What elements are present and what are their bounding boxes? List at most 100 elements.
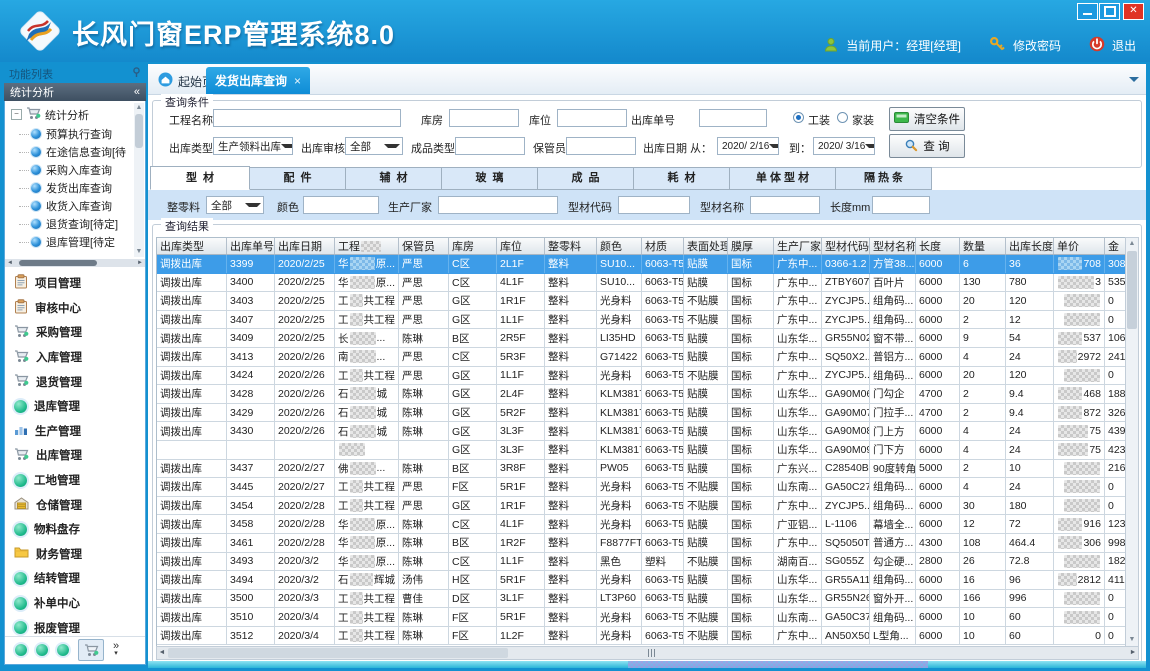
table-cell[interactable]: 6000 [916, 515, 960, 533]
table-cell[interactable]: G71422 [597, 348, 642, 366]
table-cell[interactable]: 2020/3/3 [275, 590, 335, 608]
table-row[interactable]: 调拨出库34032020/2/25工共工程严思G区1R1F整料光身料6063-T… [157, 292, 1126, 311]
table-cell[interactable]: 4300 [916, 534, 960, 552]
table-cell[interactable]: 调拨出库 [157, 534, 227, 552]
table-cell[interactable]: 工共工程 [335, 590, 399, 608]
table-cell[interactable]: 72.8 [1006, 553, 1054, 571]
table-cell[interactable]: 24 [1006, 348, 1054, 366]
table-cell[interactable]: KLM3817 [597, 385, 642, 403]
table-cell[interactable]: 陈琳 [399, 515, 449, 533]
table-cell[interactable]: 华原... [335, 553, 399, 571]
table-cell[interactable]: 调拨出库 [157, 274, 227, 292]
table-cell[interactable]: 708 [1054, 255, 1105, 273]
table-cell[interactable]: 6063-T5 [642, 385, 684, 403]
sidebar-item-工地管理[interactable]: 工地管理 [5, 468, 145, 493]
table-cell[interactable]: 2 [960, 460, 1006, 478]
table-cell[interactable] [1054, 367, 1105, 385]
sidebar-item-生产管理[interactable]: 生产管理 [5, 419, 145, 444]
table-cell[interactable]: 2020/2/26 [275, 367, 335, 385]
table-cell[interactable]: 6000 [916, 274, 960, 292]
color-input[interactable] [303, 196, 379, 214]
sidebar-item-退货管理[interactable]: 退货管理 [5, 369, 145, 394]
table-cell[interactable]: 3409 [227, 329, 275, 347]
table-cell[interactable]: 0 [1105, 608, 1126, 626]
overflow-chevron-button[interactable]: »▾ [113, 642, 119, 658]
table-cell[interactable]: 872 [1054, 404, 1105, 422]
table-cell[interactable]: 调拨出库 [157, 348, 227, 366]
table-cell[interactable]: 整料 [545, 571, 597, 589]
table-cell[interactable]: 6063-T5 [642, 367, 684, 385]
table-cell[interactable]: 411 [1105, 571, 1126, 589]
table-cell[interactable]: G区 [449, 497, 497, 515]
table-cell[interactable]: 整料 [545, 590, 597, 608]
material-tab-1[interactable]: 型 材 [150, 166, 250, 190]
table-cell[interactable]: 6000 [916, 627, 960, 645]
column-header[interactable]: 金 [1105, 238, 1126, 254]
table-row[interactable]: 调拨出库35122020/3/4工共工程陈琳F区1L2F整料光身料6063-T5… [157, 627, 1126, 646]
table-cell[interactable]: 调拨出库 [157, 553, 227, 571]
table-cell[interactable]: 2020/2/25 [275, 255, 335, 273]
table-cell[interactable]: 组角码... [870, 311, 916, 329]
table-cell[interactable]: 1R1F [497, 497, 545, 515]
table-cell[interactable]: 6063-T5 [642, 590, 684, 608]
table-cell[interactable]: 182 [1105, 553, 1126, 571]
table-cell[interactable]: C区 [449, 515, 497, 533]
table-cell[interactable]: 6063-T5 [642, 627, 684, 645]
table-cell[interactable]: 6000 [916, 478, 960, 496]
table-cell[interactable]: 4L1F [497, 515, 545, 533]
table-cell[interactable]: 组角码... [870, 571, 916, 589]
table-cell[interactable]: SQ50X2... [822, 348, 870, 366]
table-cell[interactable]: 严思 [399, 367, 449, 385]
table-cell[interactable]: 光身料 [597, 571, 642, 589]
table-cell[interactable]: 12 [1006, 311, 1054, 329]
tree-item[interactable]: 退库管理[待定 [31, 233, 145, 251]
tree-item[interactable]: 退货查询[待定] [31, 215, 145, 233]
table-row[interactable]: 调拨出库34292020/2/26石城陈琳G区5R2F整料KLM38176063… [157, 404, 1126, 423]
table-cell[interactable]: 6000 [916, 255, 960, 273]
table-cell[interactable]: SG055Z [822, 553, 870, 571]
table-cell[interactable]: 国标 [728, 534, 774, 552]
profile-code-input[interactable] [618, 196, 690, 214]
table-cell[interactable]: 6063-T5 [642, 422, 684, 440]
table-row[interactable]: 调拨出库34072020/2/25工共工程严思G区1L1F整料光身料6063-T… [157, 311, 1126, 330]
table-cell[interactable]: 0 [1105, 311, 1126, 329]
table-cell[interactable]: 3500 [227, 590, 275, 608]
table-cell[interactable]: 贴膜 [684, 422, 728, 440]
table-cell[interactable]: 3399 [227, 255, 275, 273]
table-cell[interactable]: ZYCJP5... [822, 497, 870, 515]
tree-item[interactable]: 收货入库查询 [31, 197, 145, 215]
table-cell[interactable]: GR55N02 [822, 329, 870, 347]
table-cell[interactable]: 0 [1105, 497, 1126, 515]
table-cell[interactable]: GA90M06. [822, 385, 870, 403]
table-cell[interactable]: 2020/2/27 [275, 460, 335, 478]
table-cell[interactable]: 光身料 [597, 292, 642, 310]
table-cell[interactable]: 90度转角 [870, 460, 916, 478]
table-cell[interactable]: 国标 [728, 627, 774, 645]
table-cell[interactable]: B区 [449, 460, 497, 478]
table-cell[interactable]: 不贴膜 [684, 478, 728, 496]
table-cell[interactable]: 贴膜 [684, 534, 728, 552]
table-cell[interactable] [1054, 460, 1105, 478]
tree-expander-icon[interactable]: − [11, 109, 22, 120]
table-cell[interactable]: 2020/2/25 [275, 329, 335, 347]
table-cell[interactable]: 调拨出库 [157, 292, 227, 310]
table-cell[interactable]: 6063-T5 [642, 534, 684, 552]
table-cell[interactable] [1054, 553, 1105, 571]
table-cell[interactable]: G区 [449, 422, 497, 440]
accordion-header-statistics[interactable]: 统计分析 « [4, 83, 146, 101]
table-cell[interactable]: 广东中... [774, 497, 822, 515]
maximize-button[interactable] [1099, 3, 1120, 20]
table-cell[interactable]: 36 [1006, 255, 1054, 273]
table-cell[interactable]: 0 [1105, 627, 1126, 645]
table-cell[interactable]: 4 [960, 441, 1006, 459]
table-cell[interactable]: 整料 [545, 329, 597, 347]
table-cell[interactable]: 6063-T5 [642, 274, 684, 292]
table-cell[interactable]: 光身料 [597, 311, 642, 329]
table-cell[interactable]: 6063-T5 [642, 515, 684, 533]
table-cell[interactable]: 2020/2/28 [275, 515, 335, 533]
table-cell[interactable]: 75 [1054, 422, 1105, 440]
table-cell[interactable]: 0 [1105, 292, 1126, 310]
tree-root-node[interactable]: − 统计分析 [5, 101, 145, 125]
table-cell[interactable]: G区 [449, 367, 497, 385]
table-cell[interactable]: 调拨出库 [157, 422, 227, 440]
